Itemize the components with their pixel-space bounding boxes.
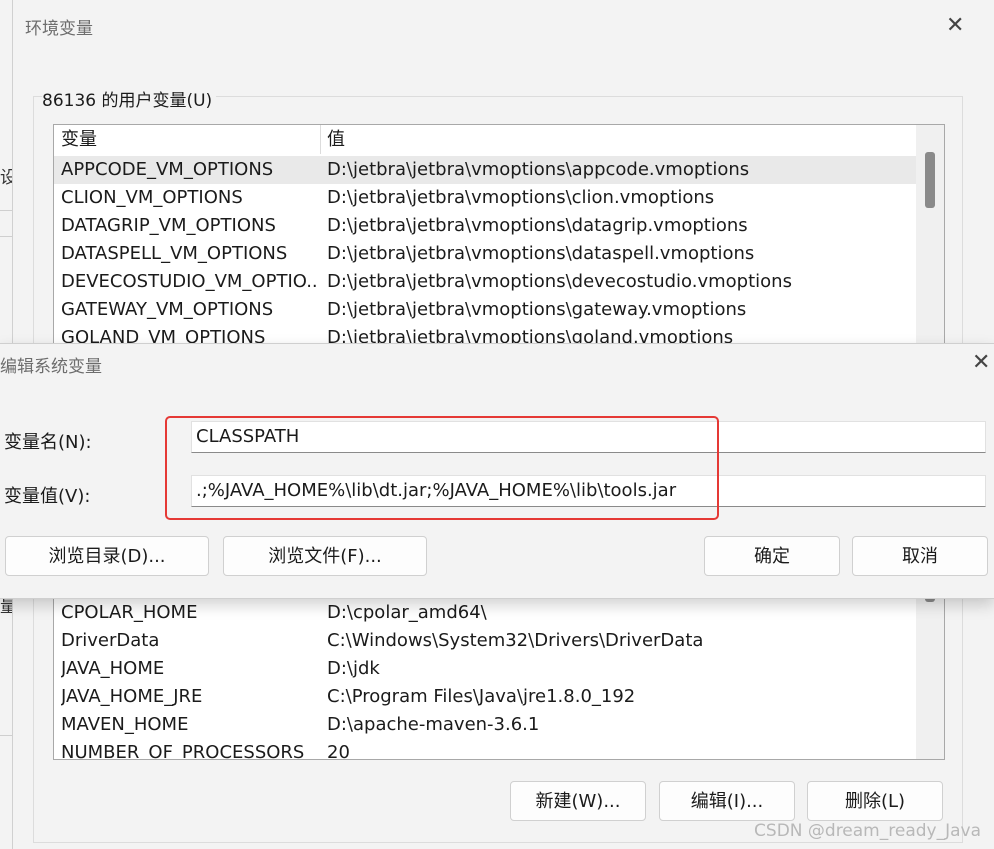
variable-name: DATAGRIP_VM_OPTIONS: [61, 215, 276, 236]
scrollbar[interactable]: [916, 594, 944, 759]
variable-value: D:\jetbra\jetbra\vmoptions\datagrip.vmop…: [327, 215, 748, 236]
variable-value: C:\Program Files\Java\jre1.8.0_192: [327, 686, 636, 707]
variable-name: CPOLAR_HOME: [61, 602, 198, 623]
table-row[interactable]: DATASPELL_VM_OPTIONS D:\jetbra\jetbra\vm…: [54, 240, 944, 268]
column-header-value[interactable]: 值: [327, 125, 345, 154]
scrollbar[interactable]: [916, 125, 944, 345]
variable-value: D:\jetbra\jetbra\vmoptions\appcode.vmopt…: [327, 159, 750, 180]
variable-name: APPCODE_VM_OPTIONS: [61, 159, 274, 180]
user-variables-label: 86136 的用户变量(U): [42, 86, 217, 111]
variable-value-label: 变量值(V):: [4, 486, 91, 507]
close-icon[interactable]: ✕: [972, 352, 990, 374]
variable-name: DEVECOSTUDIO_VM_OPTIO...: [61, 271, 316, 292]
list-header: 变量 值: [54, 125, 944, 154]
variable-name-label: 变量名(N):: [4, 432, 92, 453]
column-header-variable[interactable]: 变量: [61, 125, 97, 154]
ok-button[interactable]: 确定: [704, 536, 840, 576]
variable-value: D:\jetbra\jetbra\vmoptions\gateway.vmopt…: [327, 299, 747, 320]
variable-value: D:\jdk: [327, 658, 380, 679]
variable-name: DriverData: [61, 630, 160, 651]
table-row[interactable]: DATAGRIP_VM_OPTIONS D:\jetbra\jetbra\vmo…: [54, 212, 944, 240]
variable-value: D:\apache-maven-3.6.1: [327, 714, 540, 735]
cancel-button[interactable]: 取消: [852, 536, 988, 576]
table-row[interactable]: DriverData C:\Windows\System32\Drivers\D…: [54, 627, 944, 655]
table-row[interactable]: DEVECOSTUDIO_VM_OPTIO... D:\jetbra\jetbr…: [54, 268, 944, 296]
variable-name: DATASPELL_VM_OPTIONS: [61, 243, 288, 264]
scrollbar-thumb[interactable]: [925, 152, 935, 208]
table-row[interactable]: JAVA_HOME_JRE C:\Program Files\Java\jre1…: [54, 683, 944, 711]
window-title: 环境变量: [25, 19, 93, 39]
delete-button[interactable]: 删除(L): [807, 781, 943, 821]
close-icon[interactable]: ✕: [946, 15, 964, 37]
table-row[interactable]: APPCODE_VM_OPTIONS D:\jetbra\jetbra\vmop…: [54, 156, 916, 184]
table-row[interactable]: CLION_VM_OPTIONS D:\jetbra\jetbra\vmopti…: [54, 184, 944, 212]
browse-file-button[interactable]: 浏览文件(F)...: [223, 536, 427, 576]
variable-name: MAVEN_HOME: [61, 714, 189, 735]
edit-system-variable-dialog: 编辑系统变量 ✕ 变量名(N): CLASSPATH 变量值(V): .;%JA…: [0, 343, 994, 599]
column-divider[interactable]: [320, 125, 321, 154]
edit-button[interactable]: 编辑(I)...: [659, 781, 795, 821]
variable-value: D:\cpolar_amd64\: [327, 602, 487, 623]
variable-value: D:\jetbra\jetbra\vmoptions\devecostudio.…: [327, 271, 792, 292]
table-row[interactable]: CPOLAR_HOME D:\cpolar_amd64\: [54, 599, 944, 627]
variable-value-input[interactable]: .;%JAVA_HOME%\lib\dt.jar;%JAVA_HOME%\lib…: [191, 475, 986, 507]
variable-name-input[interactable]: CLASSPATH: [191, 421, 986, 453]
background-divider: [0, 210, 12, 211]
variable-name: JAVA_HOME_JRE: [61, 686, 203, 707]
background-divider: [0, 236, 12, 237]
new-button[interactable]: 新建(W)...: [510, 781, 646, 821]
watermark: CSDN @dream_ready_Java: [754, 821, 981, 841]
variable-value: D:\jetbra\jetbra\vmoptions\dataspell.vmo…: [327, 243, 755, 264]
variable-name: JAVA_HOME: [61, 658, 165, 679]
variable-name: GATEWAY_VM_OPTIONS: [61, 299, 274, 320]
background-divider: [0, 735, 12, 736]
table-row[interactable]: GATEWAY_VM_OPTIONS D:\jetbra\jetbra\vmop…: [54, 296, 944, 324]
variable-value: C:\Windows\System32\Drivers\DriverData: [327, 630, 704, 651]
system-variables-list[interactable]: CPOLAR_HOME D:\cpolar_amd64\ DriverData …: [53, 593, 945, 760]
variable-value: D:\jetbra\jetbra\vmoptions\clion.vmoptio…: [327, 187, 715, 208]
table-row[interactable]: NUMBER_OF_PROCESSORS 20: [54, 739, 944, 760]
user-variables-list[interactable]: 变量 值 APPCODE_VM_OPTIONS D:\jetbra\jetbra…: [53, 124, 945, 346]
table-row[interactable]: JAVA_HOME D:\jdk: [54, 655, 944, 683]
variable-name: CLION_VM_OPTIONS: [61, 187, 243, 208]
browse-directory-button[interactable]: 浏览目录(D)...: [5, 536, 209, 576]
table-row[interactable]: MAVEN_HOME D:\apache-maven-3.6.1: [54, 711, 944, 739]
variable-value: 20: [327, 742, 350, 760]
variable-name: NUMBER_OF_PROCESSORS: [61, 742, 305, 760]
dialog-title: 编辑系统变量: [0, 357, 102, 377]
